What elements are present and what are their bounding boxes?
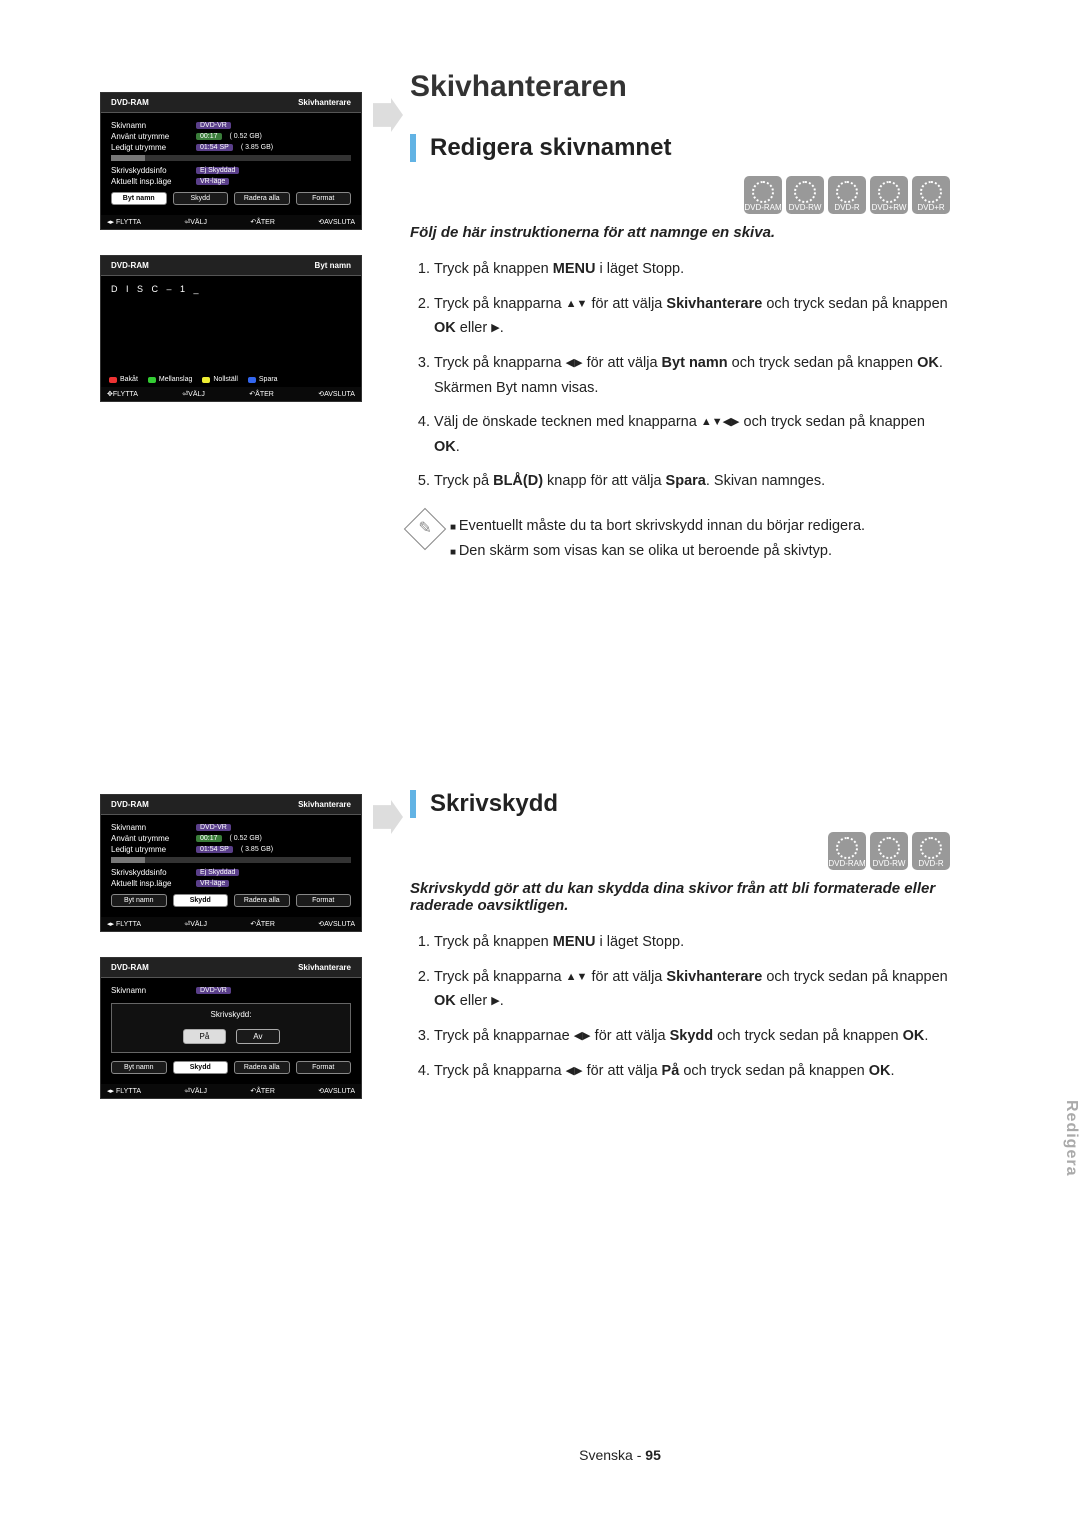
osd-header-left: DVD-RAM bbox=[111, 98, 149, 107]
disc-icon: DVD-RAM bbox=[744, 176, 782, 214]
disc-icon: DVD-R bbox=[912, 832, 950, 870]
osd-btn-rename: Byt namn bbox=[111, 192, 167, 205]
step: Tryck på knappen MENU i läget Stopp. bbox=[434, 930, 950, 955]
disc-icon: DVD-RW bbox=[870, 832, 908, 870]
step: Tryck på knappen MENU i läget Stopp. bbox=[434, 257, 950, 282]
disc-icon: DVD-RW bbox=[786, 176, 824, 214]
step: Välj de önskade tecknen med knapparna ▲▼… bbox=[434, 410, 950, 459]
section-protect-title: Skrivskydd bbox=[410, 790, 950, 818]
step: Tryck på knapparna ▲▼ för att välja Skiv… bbox=[434, 965, 950, 1014]
osd-header-right: Skivhanterare bbox=[298, 98, 351, 107]
osd-navbar: ◂▸ FLYTTA ⏎VÄLJ ↶ÅTER ⟲AVSLUTA bbox=[101, 215, 361, 229]
osd-popup-on: På bbox=[183, 1029, 227, 1044]
disc-icon: DVD-R bbox=[828, 176, 866, 214]
disc-icon: DVD-RAM bbox=[828, 832, 866, 870]
osd-protect-popup: DVD-RAM Skivhanterare SkivnamnDVD-VR Skr… bbox=[100, 957, 362, 1099]
osd-rename-screen: DVD-RAM Byt namn D I S C – 1 _ Bakåt Mel… bbox=[100, 255, 362, 402]
arrow-icon bbox=[373, 98, 403, 132]
arrow-icon bbox=[373, 800, 403, 834]
disc-icon: DVD+RW bbox=[870, 176, 908, 214]
page-title: Skivhanteraren bbox=[410, 70, 950, 104]
note-block: ✎ Eventuellt måste du ta bort skrivskydd… bbox=[410, 514, 950, 563]
section-rename-intro: Följ de här instruktionerna för att namn… bbox=[410, 224, 950, 241]
osd-disc-name-input: D I S C – 1 _ bbox=[101, 276, 361, 302]
step: Tryck på BLÅ(D) knapp för att välja Spar… bbox=[434, 469, 950, 494]
disc-icon: DVD+R bbox=[912, 176, 950, 214]
disc-compat-icons: DVD-RAM DVD-RW DVD-R DVD+RW DVD+R bbox=[410, 176, 950, 214]
osd-color-buttons: Bakåt Mellanslag Nollställ Spara bbox=[101, 372, 361, 387]
osd-disc-manager: DVD-RAM Skivhanterare SkivnamnDVD-VR Anv… bbox=[100, 92, 362, 230]
note-icon: ✎ bbox=[404, 508, 446, 550]
side-tab: Redigera bbox=[1062, 1100, 1080, 1176]
protect-steps: Tryck på knappen MENU i läget Stopp. Try… bbox=[410, 930, 950, 1083]
osd-btn-format: Format bbox=[296, 192, 352, 205]
osd-popup-title: Skrivskydd: bbox=[112, 1004, 350, 1029]
osd-btn-erase: Radera alla bbox=[234, 192, 290, 205]
step: Tryck på knapparna ◀▶ för att välja Byt … bbox=[434, 351, 950, 400]
osd-disc-manager-protect: DVD-RAM Skivhanterare SkivnamnDVD-VR Anv… bbox=[100, 794, 362, 932]
section-rename-title: Redigera skivnamnet bbox=[410, 134, 950, 162]
page-footer: Svenska - 95 bbox=[80, 1447, 1080, 1463]
note-item: Den skärm som visas kan se olika ut bero… bbox=[450, 539, 950, 564]
rename-steps: Tryck på knappen MENU i läget Stopp. Try… bbox=[410, 257, 950, 494]
section-protect-intro: Skrivskydd gör att du kan skydda dina sk… bbox=[410, 880, 950, 914]
step: Tryck på knapparna ▲▼ för att välja Skiv… bbox=[434, 292, 950, 341]
note-item: Eventuellt måste du ta bort skrivskydd i… bbox=[450, 514, 950, 539]
disc-compat-icons: DVD-RAM DVD-RW DVD-R bbox=[410, 832, 950, 870]
step: Tryck på knapparna ◀▶ för att välja På o… bbox=[434, 1059, 950, 1084]
osd-btn-protect: Skydd bbox=[173, 192, 229, 205]
osd-popup-off: Av bbox=[236, 1029, 279, 1044]
step: Tryck på knapparnae ◀▶ för att välja Sky… bbox=[434, 1024, 950, 1049]
